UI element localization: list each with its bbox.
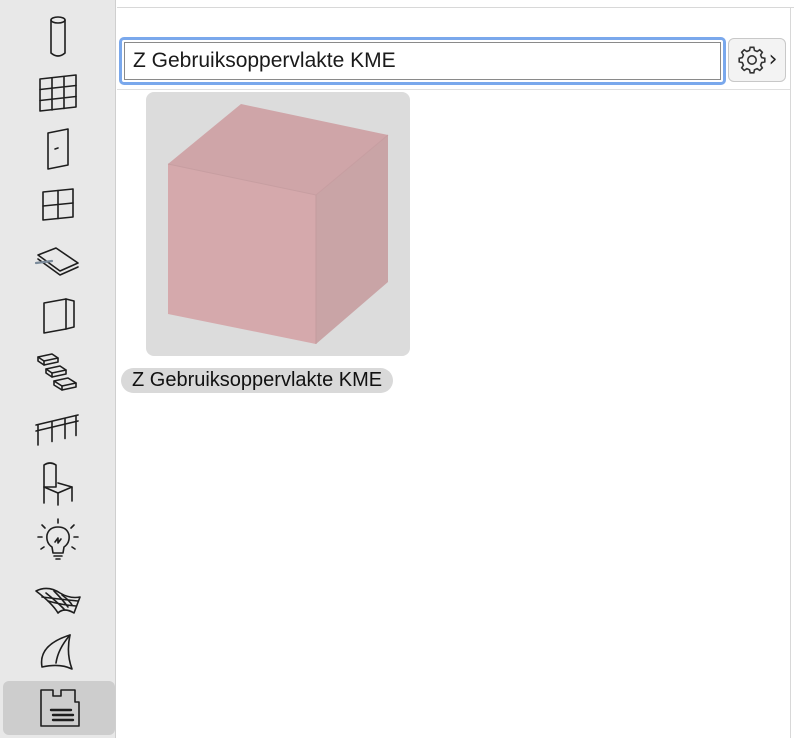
slab-icon (34, 247, 79, 276)
cube-preview-icon (167, 104, 389, 344)
door-tool-button[interactable] (0, 120, 116, 174)
chair-icon (43, 462, 73, 506)
shell-icon (40, 634, 73, 670)
wall-end-tool-button[interactable] (0, 288, 116, 342)
column-icon (50, 16, 66, 57)
chevron-right-icon: › (768, 47, 778, 72)
search-field-focus-ring (119, 37, 726, 85)
railing-icon (35, 414, 79, 446)
mesh-icon (35, 587, 81, 614)
door-icon (47, 128, 69, 170)
slab-tool-button[interactable] (0, 232, 116, 286)
shell-tool-button[interactable] (0, 624, 116, 678)
result-item-thumbnail[interactable] (146, 92, 410, 356)
window-tool-button[interactable] (0, 176, 116, 230)
result-item-label[interactable]: Z Gebruiksoppervlakte KME (121, 368, 394, 393)
settings-button[interactable]: › (728, 38, 786, 82)
object-tool-button[interactable] (0, 456, 116, 510)
curtain-wall-icon (39, 74, 77, 112)
gear-icon (737, 46, 766, 74)
railing-tool-button[interactable] (0, 400, 116, 454)
wall-end-icon (43, 298, 75, 334)
stair-tool-button[interactable] (0, 344, 116, 398)
search-input[interactable] (124, 42, 721, 80)
panel-top-divider (117, 0, 794, 8)
toolbox (0, 0, 116, 738)
column-tool-button[interactable] (0, 10, 116, 64)
window-icon (42, 188, 74, 221)
search-header-divider (117, 84, 790, 90)
stair-icon (37, 353, 77, 391)
zone-icon (40, 689, 80, 727)
curtain-wall-tool-button[interactable] (0, 64, 116, 118)
mesh-tool-button[interactable] (0, 568, 116, 622)
panel-right-divider (790, 8, 791, 738)
zone-tool-button[interactable] (3, 681, 115, 735)
light-bulb-icon (37, 518, 79, 560)
lamp-tool-button[interactable] (0, 512, 116, 566)
library-panel: › Z Gebruiksoppervlakte KME (117, 0, 794, 738)
